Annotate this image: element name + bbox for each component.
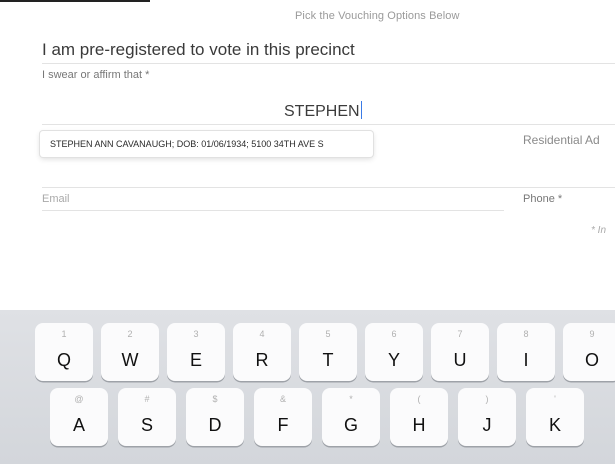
key-d[interactable]: $ D xyxy=(186,388,244,446)
key-label: R xyxy=(255,350,269,370)
name-underline xyxy=(42,124,615,125)
key-label: A xyxy=(72,415,85,435)
key-alt-label: & xyxy=(279,394,286,404)
key-alt-label: 5 xyxy=(325,329,331,339)
key-q[interactable]: 1Q xyxy=(35,323,93,381)
key-j[interactable]: ) J xyxy=(458,388,516,446)
text-caret xyxy=(360,101,363,119)
key-alt-label: $ xyxy=(212,394,218,404)
key-alt-label: # xyxy=(144,394,150,404)
key-label: K xyxy=(548,415,561,435)
key-label: Y xyxy=(387,350,400,370)
phone-label: Phone * xyxy=(523,193,563,205)
preregistered-option[interactable]: I am pre-registered to vote in this prec… xyxy=(42,40,355,60)
email-field[interactable]: Email xyxy=(42,193,70,205)
required-note: * In xyxy=(591,225,607,236)
key-s[interactable]: # S xyxy=(118,388,176,446)
key-label: E xyxy=(189,350,202,370)
vouching-hint: Pick the Vouching Options Below xyxy=(295,10,460,22)
name-input-value: STEPHEN xyxy=(284,103,360,120)
key-k[interactable]: ' K xyxy=(526,388,584,446)
key-label: O xyxy=(584,350,599,370)
key-label: T xyxy=(322,350,334,370)
key-alt-label: 7 xyxy=(457,329,463,339)
key-label: W xyxy=(121,350,139,370)
key-alt-label: 9 xyxy=(589,329,595,339)
key-label: S xyxy=(140,415,153,435)
key-f[interactable]: & F xyxy=(254,388,312,446)
key-alt-label: 8 xyxy=(523,329,529,339)
key-label: I xyxy=(523,350,529,370)
key-alt-label: @ xyxy=(74,394,84,404)
key-alt-label: 2 xyxy=(127,329,133,339)
key-label: F xyxy=(277,415,289,435)
on-screen-keyboard: 1Q2W3E4R5T6Y7U8I9O @ A # S $ D & F * G(H) J ' K xyxy=(0,310,615,464)
key-y[interactable]: 6Y xyxy=(365,323,423,381)
key-alt-label: ( xyxy=(417,394,421,404)
key-label: U xyxy=(453,350,467,370)
key-alt-label: 6 xyxy=(391,329,397,339)
key-e[interactable]: 3E xyxy=(167,323,225,381)
key-alt-label: 4 xyxy=(259,329,265,339)
key-t[interactable]: 5T xyxy=(299,323,357,381)
autocomplete-suggestion[interactable]: STEPHEN ANN CAVANAUGH; DOB: 01/06/1934; … xyxy=(40,131,373,157)
key-label: G xyxy=(343,415,358,435)
key-a[interactable]: @ A xyxy=(50,388,108,446)
key-o[interactable]: 9O xyxy=(563,323,615,381)
top-divider xyxy=(0,0,150,2)
key-label: Q xyxy=(56,350,71,370)
key-alt-label: 3 xyxy=(193,329,199,339)
key-u[interactable]: 7U xyxy=(431,323,489,381)
voucher-name-input[interactable]: STEPHEN xyxy=(284,101,363,121)
key-i[interactable]: 8I xyxy=(497,323,555,381)
key-r[interactable]: 4R xyxy=(233,323,291,381)
divider xyxy=(42,63,615,64)
residential-address-label: Residential Ad xyxy=(523,133,600,147)
suggestion-text: STEPHEN ANN CAVANAUGH; DOB: 01/06/1934; … xyxy=(50,139,324,149)
swear-label: I swear or affirm that * xyxy=(42,69,150,81)
key-label: J xyxy=(482,415,492,435)
key-alt-label: ' xyxy=(554,394,556,404)
key-alt-label: * xyxy=(349,394,353,404)
divider xyxy=(42,187,615,188)
key-label: D xyxy=(208,415,222,435)
email-underline xyxy=(42,210,504,211)
key-h[interactable]: (H xyxy=(390,388,448,446)
key-alt-label: 1 xyxy=(61,329,67,339)
key-alt-label: ) xyxy=(485,394,489,404)
key-g[interactable]: * G xyxy=(322,388,380,446)
key-w[interactable]: 2W xyxy=(101,323,159,381)
key-label: H xyxy=(412,415,426,435)
